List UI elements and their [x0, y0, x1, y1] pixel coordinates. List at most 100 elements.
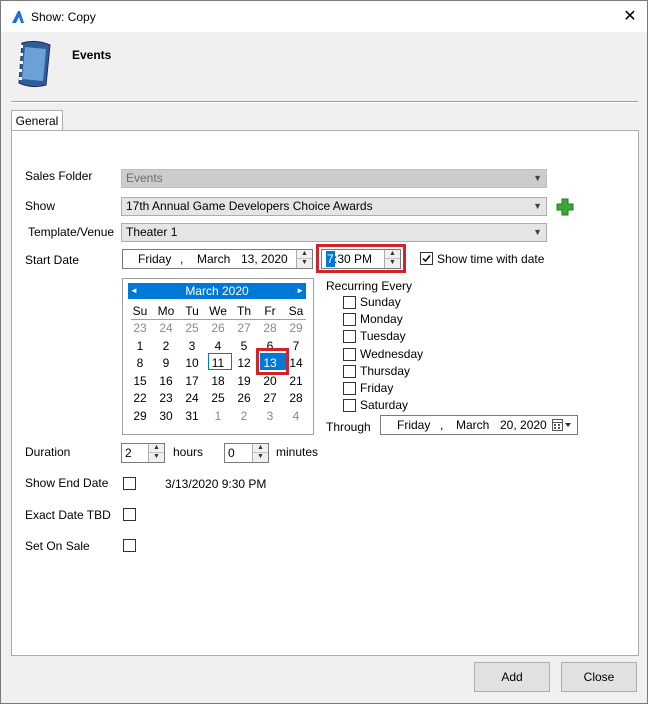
calendar-day[interactable]: 23 [127, 320, 153, 337]
calendar-day[interactable]: 17 [179, 373, 205, 390]
show-time-with-date-label: Show time with date [437, 252, 545, 266]
recurring-day-checkbox[interactable] [343, 382, 356, 395]
show-time-with-date-checkbox[interactable] [420, 252, 433, 265]
show-select[interactable]: 17th Annual Game Developers Choice Award… [121, 197, 547, 216]
add-button[interactable]: Add [474, 662, 550, 692]
recurring-day-checkbox[interactable] [343, 313, 356, 327]
template-venue-select[interactable]: Theater 1 ▼ [121, 223, 547, 242]
show-end-date-checkbox[interactable] [123, 477, 136, 490]
recurring-day-checkbox[interactable] [343, 296, 356, 309]
calendar-prev-icon[interactable]: ◄ [130, 283, 138, 299]
calendar-day[interactable]: 2 [153, 338, 179, 355]
minutes-label: minutes [276, 445, 319, 459]
close-window-button[interactable]: ✕ [613, 1, 647, 32]
calendar-day[interactable]: 4 [205, 338, 231, 355]
calendar-day[interactable]: 22 [127, 390, 153, 407]
calendar-dropdown-icon[interactable] [552, 419, 574, 431]
set-on-sale-checkbox[interactable] [123, 539, 136, 552]
chevron-down-icon: ▼ [533, 227, 542, 237]
calendar-day[interactable]: 19 [231, 373, 257, 390]
hours-spinner[interactable]: ▲ ▼ [148, 444, 164, 462]
calendar-month-year[interactable]: March 2020 [185, 284, 248, 298]
show-end-date-label: Show End Date [25, 476, 109, 490]
tab-general[interactable]: General [11, 110, 63, 131]
start-date-picker[interactable]: Friday , March 13, 2020 ▲ ▼ [122, 249, 313, 269]
template-venue-label: Template/Venue [28, 225, 115, 239]
calendar-day[interactable]: 16 [153, 373, 179, 390]
calendar-day[interactable]: 15 [127, 373, 153, 390]
calendar-day[interactable]: 3 [257, 408, 283, 425]
start-date-spinner[interactable]: ▲ ▼ [296, 250, 312, 268]
duration-minutes-stepper[interactable]: 0 ▲ ▼ [224, 443, 269, 463]
through-date-weekday: Friday [397, 418, 431, 432]
recurring-day-checkbox[interactable] [343, 364, 356, 378]
calendar-day[interactable]: 29 [283, 320, 309, 337]
calendar-day[interactable]: 5 [231, 338, 257, 355]
calendar-day[interactable]: 26 [231, 390, 257, 407]
calendar-day[interactable]: 30 [153, 408, 179, 425]
window-title: Show: Copy [31, 10, 96, 24]
calendar-header: ◄ March 2020 ► [128, 283, 306, 299]
through-date-comma: , [440, 418, 444, 432]
calendar-day[interactable]: 27 [257, 390, 283, 407]
calendar-day[interactable]: 12 [231, 355, 257, 372]
duration-hours-stepper[interactable]: 2 ▲ ▼ [121, 443, 165, 463]
title-bar: Show: Copy ✕ [1, 1, 647, 32]
calendar-day[interactable]: 24 [179, 390, 205, 407]
calendar-dow-header: Th [236, 304, 251, 318]
recurring-day-checkbox[interactable] [343, 399, 356, 413]
today-marker [208, 353, 232, 370]
calendar-next-icon[interactable]: ► [296, 283, 304, 299]
duration-hours-value: 2 [125, 446, 132, 460]
calendar-day[interactable]: 4 [283, 408, 309, 425]
through-date-day-year: 20, 2020 [500, 418, 547, 432]
exact-date-tbd-label: Exact Date TBD [25, 508, 111, 522]
recurring-day-checkbox[interactable] [343, 347, 356, 361]
calendar-day[interactable]: 13 [257, 355, 283, 372]
calendar-day[interactable]: 26 [205, 320, 231, 337]
calendar-day[interactable]: 27 [231, 320, 257, 337]
calendar-day[interactable]: 24 [153, 320, 179, 337]
calendar-day[interactable]: 1 [205, 408, 231, 425]
recurring-day-label: Saturday [360, 398, 409, 413]
calendar-day[interactable]: 1 [127, 338, 153, 355]
calendar-dow-header: Mo [157, 304, 175, 318]
calendar-day[interactable]: 28 [283, 390, 309, 407]
calendar-day[interactable]: 29 [127, 408, 153, 425]
minutes-spinner[interactable]: ▲ ▼ [252, 444, 268, 462]
exact-date-tbd-checkbox[interactable] [123, 508, 136, 521]
recurring-day-label: Monday [360, 312, 403, 327]
calendar-day[interactable]: 3 [179, 338, 205, 355]
calendar-day[interactable]: 31 [179, 408, 205, 425]
through-date-picker[interactable]: Friday , March 20, 2020 [380, 415, 578, 435]
calendar-day[interactable]: 20 [257, 373, 283, 390]
calendar-day[interactable]: 10 [179, 355, 205, 372]
calendar-day[interactable]: 21 [283, 373, 309, 390]
start-date-label: Start Date [25, 253, 80, 267]
calendar-dow-header: Tu [185, 304, 199, 318]
sales-folder-label: Sales Folder [25, 169, 93, 183]
dialog-window: Show: Copy ✕ Events General Sales Folder… [0, 0, 648, 704]
recurring-day-label: Wednesday [360, 346, 424, 361]
add-show-icon[interactable] [556, 198, 574, 216]
calendar-day[interactable]: 2 [231, 408, 257, 425]
calendar-day[interactable]: 23 [153, 390, 179, 407]
calendar-dow-header: Fr [264, 304, 276, 318]
recurring-day-checkbox[interactable] [343, 330, 356, 344]
start-date-day-year: 13, 2020 [241, 252, 288, 266]
duration-minutes-value: 0 [228, 446, 235, 460]
recurring-day-label: Sunday [360, 295, 401, 309]
calendar-day[interactable]: 18 [205, 373, 231, 390]
set-on-sale-label: Set On Sale [25, 539, 90, 553]
calendar-day[interactable]: 25 [179, 320, 205, 337]
calendar-day[interactable]: 28 [257, 320, 283, 337]
start-date-month: March [197, 252, 231, 266]
show-value: 17th Annual Game Developers Choice Award… [126, 199, 373, 213]
calendar-day[interactable]: 8 [127, 355, 153, 372]
close-button[interactable]: Close [561, 662, 637, 692]
chevron-down-icon: ▼ [533, 173, 542, 183]
start-date-comma: , [180, 252, 184, 266]
calendar-dow-header: Su [132, 304, 148, 318]
calendar-day[interactable]: 25 [205, 390, 231, 407]
calendar-day[interactable]: 9 [153, 355, 179, 372]
